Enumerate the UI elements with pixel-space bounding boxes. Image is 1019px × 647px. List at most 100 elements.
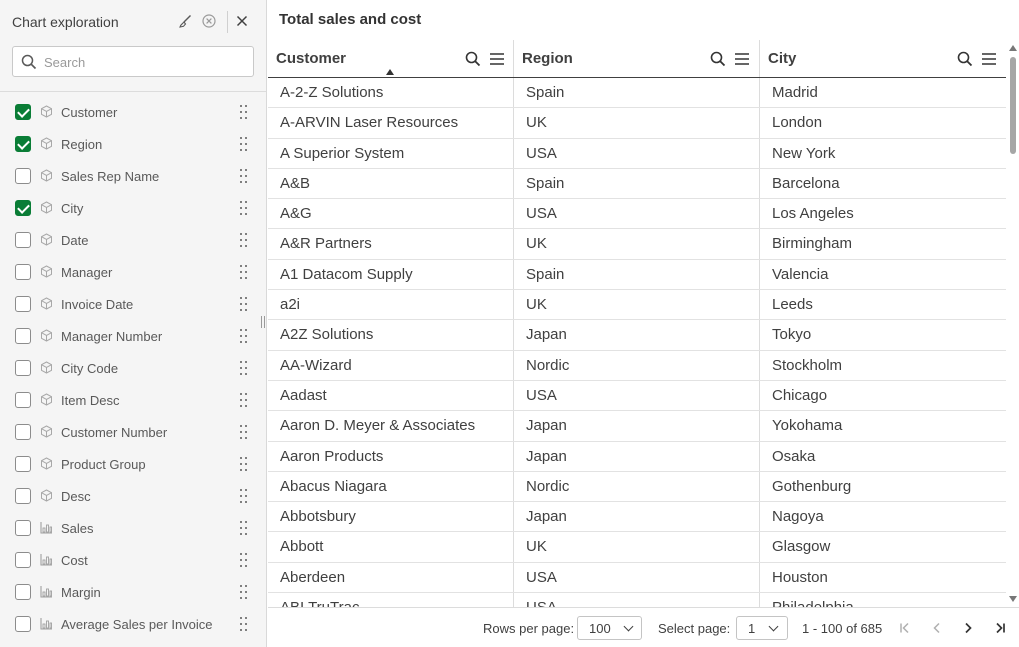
- cell-region[interactable]: Japan: [514, 320, 760, 350]
- drag-handle-icon[interactable]: [240, 233, 248, 248]
- drag-handle-icon[interactable]: [240, 361, 248, 376]
- cell-city[interactable]: Houston: [760, 563, 1006, 592]
- search-input[interactable]: [44, 52, 244, 72]
- field-item[interactable]: Sales: [0, 512, 266, 544]
- cell-region[interactable]: USA: [514, 380, 760, 411]
- field-item[interactable]: Average Sales per Invoice: [0, 608, 266, 640]
- drag-handle-icon[interactable]: [240, 521, 248, 536]
- cell-region[interactable]: USA: [514, 138, 760, 168]
- drag-handle-icon[interactable]: [240, 489, 248, 504]
- table-row[interactable]: Aaron D. Meyer & Associates Japan Yokohama: [268, 411, 1006, 442]
- field-checkbox[interactable]: [15, 168, 31, 184]
- table-row[interactable]: A-2-Z Solutions Spain Madrid: [268, 78, 1006, 109]
- menu-icon[interactable]: [734, 52, 750, 66]
- cell-customer[interactable]: A&G: [268, 199, 514, 229]
- drag-handle-icon[interactable]: [240, 105, 248, 120]
- field-item[interactable]: Item Desc: [0, 384, 266, 416]
- cell-city[interactable]: Stockholm: [760, 351, 1006, 380]
- field-item[interactable]: Cost: [0, 544, 266, 576]
- cell-customer[interactable]: Aaron D. Meyer & Associates: [268, 411, 514, 441]
- menu-icon[interactable]: [981, 52, 997, 66]
- table-row[interactable]: Abbott UK Glasgow: [268, 532, 1006, 563]
- drag-handle-icon[interactable]: [240, 137, 248, 152]
- cell-city[interactable]: Barcelona: [760, 169, 1006, 198]
- field-item[interactable]: Customer Number: [0, 416, 266, 448]
- table-row[interactable]: ABI TruTracUSAPhiladelphia: [268, 593, 1006, 607]
- table-row[interactable]: a2i UK Leeds: [268, 290, 1006, 321]
- field-checkbox[interactable]: [15, 616, 31, 632]
- table-row[interactable]: Abacus Niagara Nordic Gothenburg: [268, 471, 1006, 503]
- cell-city[interactable]: Glasgow: [760, 532, 1006, 561]
- field-item[interactable]: Manager Number: [0, 320, 266, 352]
- cell-region[interactable]: Japan: [514, 411, 760, 441]
- panel-resize-handle[interactable]: [261, 316, 266, 328]
- cell-customer[interactable]: Aberdeen: [268, 562, 514, 593]
- cell-city[interactable]: Philadelphia: [760, 593, 1006, 607]
- drag-handle-icon[interactable]: [240, 329, 248, 344]
- clear-selection-icon[interactable]: [198, 10, 220, 32]
- field-item[interactable]: Desc: [0, 480, 266, 512]
- cell-region[interactable]: Japan: [514, 502, 760, 532]
- cell-city[interactable]: Osaka: [760, 442, 1006, 471]
- field-checkbox[interactable]: [15, 424, 31, 440]
- first-page-icon[interactable]: [895, 618, 915, 638]
- field-checkbox[interactable]: [15, 232, 31, 248]
- cell-region[interactable]: Japan: [514, 441, 760, 471]
- cell-customer[interactable]: Abbott: [268, 532, 514, 562]
- field-item[interactable]: Date: [0, 224, 266, 256]
- field-item[interactable]: Region: [0, 128, 266, 160]
- table-row[interactable]: A&B Spain Barcelona: [268, 168, 1006, 200]
- table-row[interactable]: AA-Wizard Nordic Stockholm: [268, 350, 1006, 381]
- field-checkbox[interactable]: [15, 456, 31, 472]
- table-row[interactable]: A&G USA Los Angeles: [268, 199, 1006, 230]
- field-checkbox[interactable]: [15, 392, 31, 408]
- field-item[interactable]: Invoice Date: [0, 288, 266, 320]
- column-header-customer[interactable]: Customer: [268, 40, 514, 77]
- drag-handle-icon[interactable]: [240, 297, 248, 312]
- drag-handle-icon[interactable]: [240, 393, 248, 408]
- page-select[interactable]: 1: [736, 616, 788, 640]
- scroll-down-icon[interactable]: [1009, 596, 1017, 602]
- cell-customer[interactable]: a2i: [268, 290, 514, 320]
- field-item[interactable]: Manager: [0, 256, 266, 288]
- field-checkbox[interactable]: [15, 200, 31, 216]
- cell-city[interactable]: New York: [760, 139, 1006, 168]
- cell-customer[interactable]: AA-Wizard: [268, 350, 514, 380]
- drag-handle-icon[interactable]: [240, 457, 248, 472]
- cell-city[interactable]: Birmingham: [760, 229, 1006, 258]
- cell-region[interactable]: UK: [514, 108, 760, 138]
- cell-city[interactable]: Yokohama: [760, 411, 1006, 440]
- drag-handle-icon[interactable]: [240, 617, 248, 632]
- cell-city[interactable]: Madrid: [760, 78, 1006, 107]
- cell-region[interactable]: UK: [514, 532, 760, 562]
- cell-customer[interactable]: A-ARVIN Laser Resources: [268, 108, 514, 138]
- next-page-icon[interactable]: [958, 618, 978, 638]
- cell-customer[interactable]: A Superior System: [268, 138, 514, 168]
- cell-customer[interactable]: Abacus Niagara: [268, 471, 514, 502]
- field-item[interactable]: City: [0, 192, 266, 224]
- field-item[interactable]: Customer: [0, 96, 266, 128]
- cell-customer[interactable]: A&B: [268, 168, 514, 199]
- cell-customer[interactable]: A-2-Z Solutions: [268, 78, 514, 108]
- field-search[interactable]: [12, 46, 254, 77]
- cell-region[interactable]: USA: [514, 593, 760, 607]
- scrollbar-thumb[interactable]: [1010, 57, 1016, 154]
- last-page-icon[interactable]: [990, 618, 1010, 638]
- field-item[interactable]: Margin: [0, 576, 266, 608]
- search-icon[interactable]: [465, 51, 481, 67]
- rows-per-page-select[interactable]: 100: [577, 616, 642, 640]
- table-row[interactable]: Abbotsbury Japan Nagoya: [268, 502, 1006, 533]
- cell-region[interactable]: Nordic: [514, 471, 760, 502]
- search-icon[interactable]: [957, 51, 973, 67]
- field-checkbox[interactable]: [15, 584, 31, 600]
- cell-city[interactable]: Los Angeles: [760, 199, 1006, 228]
- cell-city[interactable]: Leeds: [760, 290, 1006, 319]
- menu-icon[interactable]: [489, 52, 505, 66]
- cell-city[interactable]: Nagoya: [760, 502, 1006, 531]
- table-row[interactable]: A Superior System USA New York: [268, 138, 1006, 169]
- table-row[interactable]: Aaron Products Japan Osaka: [268, 441, 1006, 472]
- cell-region[interactable]: USA: [514, 562, 760, 593]
- cell-customer[interactable]: A2Z Solutions: [268, 320, 514, 350]
- scroll-up-icon[interactable]: [1009, 45, 1017, 51]
- cell-region[interactable]: UK: [514, 229, 760, 259]
